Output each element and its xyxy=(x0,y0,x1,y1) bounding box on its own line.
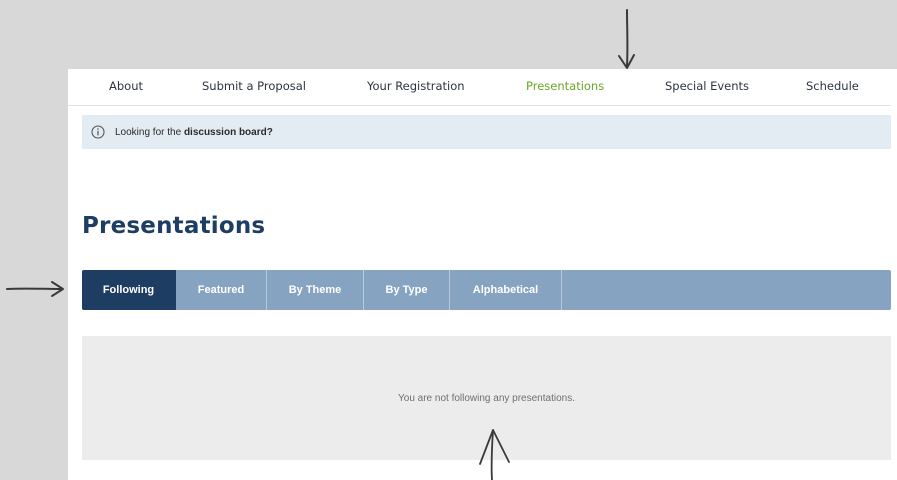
page-title: Presentations xyxy=(82,213,266,239)
tab-by-type[interactable]: By Type xyxy=(364,270,450,310)
info-notice: Looking for the discussion board? xyxy=(82,115,891,149)
right-arrow-annotation xyxy=(6,281,64,297)
info-icon xyxy=(91,125,105,139)
tab-alphabetical[interactable]: Alphabetical xyxy=(450,270,562,310)
tab-featured[interactable]: Featured xyxy=(176,270,267,310)
empty-state-message: You are not following any presentations. xyxy=(398,392,575,404)
page-panel: About Submit a Proposal Your Registratio… xyxy=(68,69,897,480)
nav-item-schedule[interactable]: Schedule xyxy=(806,79,859,93)
presentation-tabs: Following Featured By Theme By Type Alph… xyxy=(82,270,891,310)
tab-following[interactable]: Following xyxy=(82,270,176,310)
nav-item-special-events[interactable]: Special Events xyxy=(665,79,749,93)
top-navigation: About Submit a Proposal Your Registratio… xyxy=(68,69,891,106)
nav-item-about[interactable]: About xyxy=(109,79,143,93)
notice-text: Looking for the xyxy=(115,126,184,138)
nav-item-submit-proposal[interactable]: Submit a Proposal xyxy=(202,79,306,93)
nav-item-presentations[interactable]: Presentations xyxy=(526,79,604,93)
nav-item-your-registration[interactable]: Your Registration xyxy=(367,79,465,93)
down-arrow-annotation xyxy=(618,9,635,69)
discussion-board-link[interactable]: discussion board? xyxy=(184,127,273,138)
tab-by-theme[interactable]: By Theme xyxy=(267,270,364,310)
up-arrow-annotation xyxy=(479,429,510,480)
